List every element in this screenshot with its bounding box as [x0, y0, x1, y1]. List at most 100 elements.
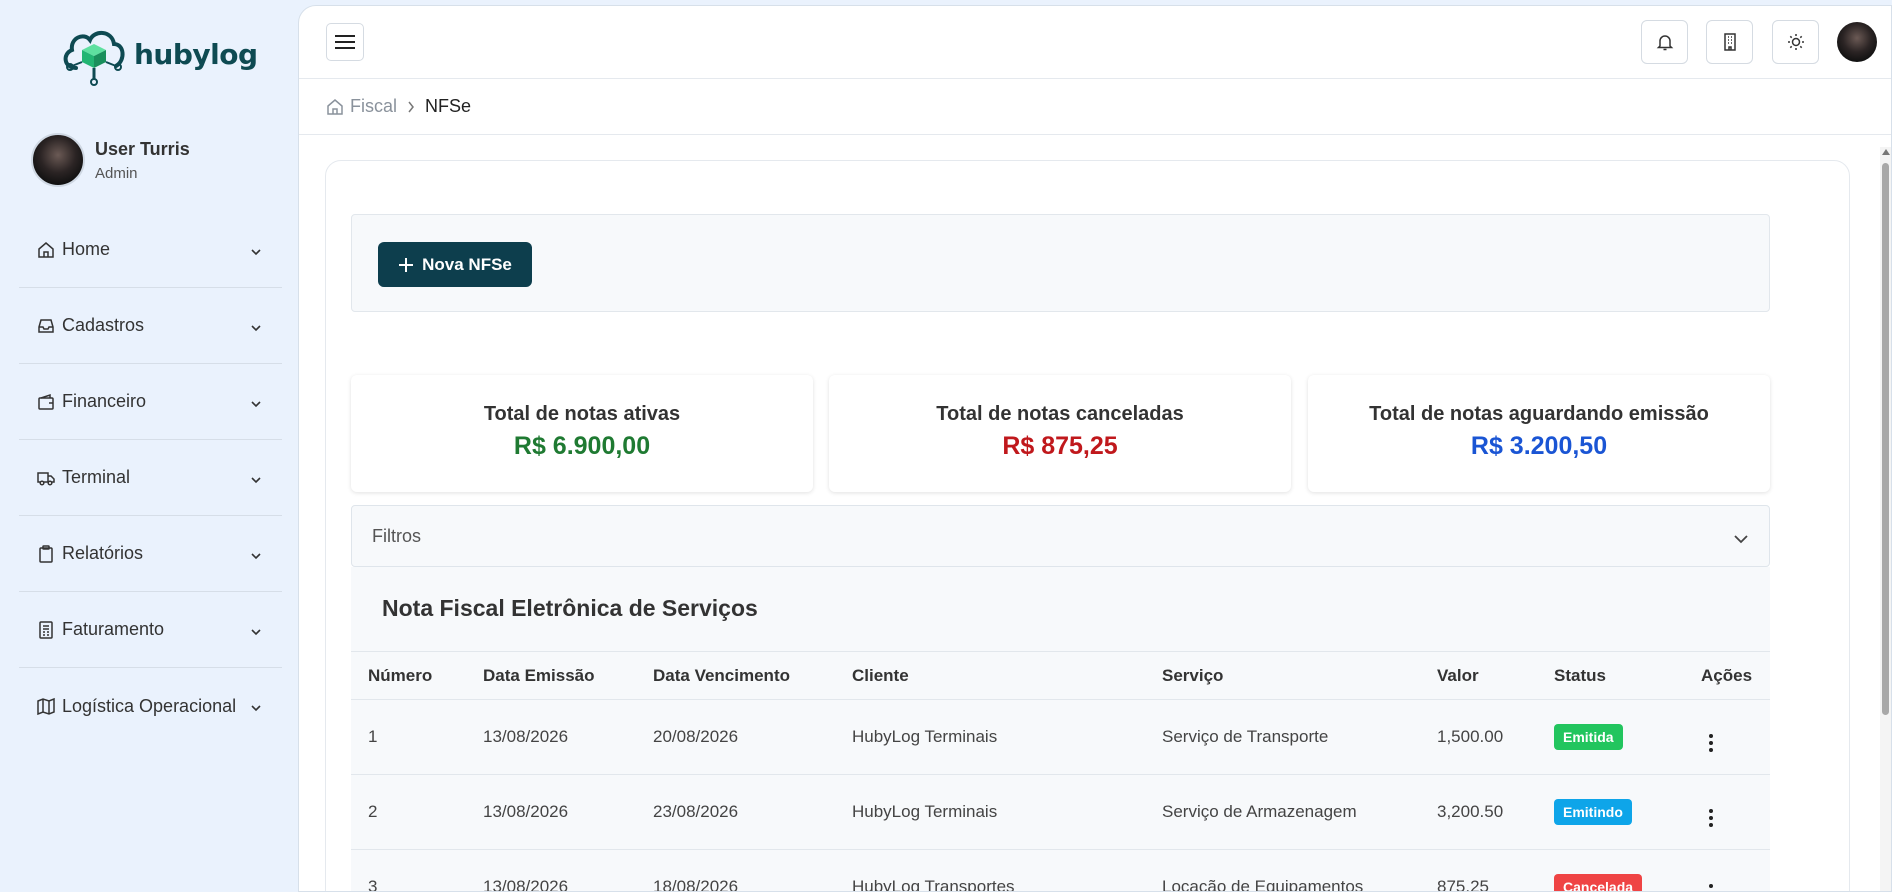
sidebar-item-label: Financeiro — [62, 391, 147, 411]
chevron-down-icon — [250, 395, 262, 413]
home-icon — [36, 240, 56, 260]
sidebar-item-financeiro[interactable]: Financeiro — [19, 364, 282, 440]
column-header[interactable]: Status — [1537, 651, 1684, 700]
table-row[interactable]: 1 13/08/2026 20/08/2026 HubyLog Terminai… — [351, 699, 1770, 775]
column-header[interactable]: Cliente — [835, 651, 1145, 700]
column-header[interactable]: Número — [351, 651, 466, 700]
avatar — [31, 133, 85, 187]
bell-icon — [1656, 35, 1673, 51]
nfse-table: Número Data Emissão Data Vencimento Clie… — [351, 651, 1770, 891]
sidebar-item-home[interactable]: Home — [19, 212, 282, 288]
action-panel: Nova NFSe — [351, 214, 1770, 312]
cell-numero: 3 — [351, 849, 466, 891]
cell-valor: 3,200.50 — [1420, 774, 1537, 850]
logo-text: hubylog — [134, 37, 258, 71]
user-name: User Turris — [95, 138, 190, 159]
status-badge: Cancelada — [1554, 874, 1643, 891]
cell-status: Cancelada — [1537, 849, 1684, 891]
sidebar-item-logistica[interactable]: Logística Operacional — [19, 668, 282, 744]
scrollbar-thumb[interactable] — [1882, 163, 1889, 715]
table-row[interactable]: 3 13/08/2026 18/08/2026 HubyLog Transpor… — [351, 849, 1770, 891]
sidebar-item-faturamento[interactable]: Faturamento — [19, 592, 282, 668]
sun-icon — [1787, 34, 1804, 50]
stat-card-active: Total de notas ativas R$ 6.900,00 — [351, 375, 813, 492]
cell-acoes — [1684, 774, 1770, 850]
clipboard-icon — [36, 544, 56, 564]
cell-valor: 1,500.00 — [1420, 699, 1537, 775]
new-nfse-button[interactable]: Nova NFSe — [378, 242, 532, 287]
stat-label: Total de notas ativas — [483, 403, 681, 425]
breadcrumb-current: NFSe — [425, 96, 472, 116]
chevron-down-icon — [250, 547, 262, 565]
cell-servico: Locação de Equipamentos — [1145, 849, 1420, 891]
cell-servico: Serviço de Transporte — [1145, 699, 1420, 775]
cell-vencimento: 23/08/2026 — [636, 774, 835, 850]
cell-cliente: HubyLog Terminais — [835, 699, 1145, 775]
cell-cliente: HubyLog Terminais — [835, 774, 1145, 850]
user-profile[interactable]: User Turris Admin — [31, 133, 190, 187]
stat-card-cancelled: Total de notas canceladas R$ 875,25 — [829, 375, 1291, 492]
cell-cliente: HubyLog Transportes — [835, 849, 1145, 891]
more-vertical-icon[interactable] — [1709, 883, 1713, 891]
user-role: Admin — [95, 164, 138, 182]
more-vertical-icon[interactable] — [1709, 808, 1713, 827]
cell-numero: 1 — [351, 699, 466, 775]
cell-emissao: 13/08/2026 — [466, 774, 636, 850]
more-vertical-icon[interactable] — [1709, 733, 1713, 752]
new-nfse-label: Nova NFSe — [422, 254, 512, 274]
stat-value: R$ 3.200,50 — [1470, 432, 1608, 460]
sidebar-nav: Home Cadastros Financeiro Terminal Relat… — [19, 212, 282, 744]
cell-vencimento: 20/08/2026 — [636, 699, 835, 775]
sidebar-item-label: Home — [62, 239, 111, 259]
chevron-down-icon — [250, 471, 262, 489]
main-panel: Fiscal NFSe Nova NFSe Total de notas ati… — [298, 5, 1892, 892]
topbar — [299, 6, 1891, 79]
vertical-scrollbar[interactable] — [1880, 147, 1891, 891]
plus-icon — [398, 257, 414, 273]
filters-accordion[interactable]: Filtros — [351, 505, 1770, 567]
notifications-button[interactable] — [1641, 20, 1688, 64]
chevron-down-icon — [250, 699, 262, 717]
column-header[interactable]: Data Vencimento — [636, 651, 835, 700]
sidebar: hubylog User Turris Admin Home Cadastros — [0, 0, 298, 892]
logo[interactable]: hubylog — [58, 22, 258, 86]
chevron-right-icon — [407, 101, 415, 113]
receipt-icon — [36, 620, 56, 640]
sidebar-item-label: Terminal — [62, 467, 131, 487]
sidebar-item-label: Faturamento — [62, 619, 165, 639]
table-row[interactable]: 2 13/08/2026 23/08/2026 HubyLog Terminai… — [351, 774, 1770, 850]
theme-toggle-button[interactable] — [1772, 20, 1819, 64]
cell-status: Emitindo — [1537, 774, 1684, 850]
hamburger-icon — [335, 35, 355, 49]
filters-label: Filtros — [372, 525, 421, 546]
cell-numero: 2 — [351, 774, 466, 850]
column-header[interactable]: Data Emissão — [466, 651, 636, 700]
menu-toggle-button[interactable] — [326, 23, 364, 61]
nfse-table-section: Nota Fiscal Eletrônica de Serviços Númer… — [351, 567, 1770, 891]
cell-status: Emitida — [1537, 699, 1684, 775]
cell-valor: 875.25 — [1420, 849, 1537, 891]
chevron-down-icon — [1733, 528, 1749, 549]
truck-icon — [36, 468, 56, 488]
table-header-row: Número Data Emissão Data Vencimento Clie… — [351, 651, 1770, 700]
sidebar-item-relatorios[interactable]: Relatórios — [19, 516, 282, 592]
scroll-up-icon[interactable] — [1882, 149, 1890, 155]
status-badge: Emitida — [1554, 724, 1623, 750]
company-button[interactable] — [1706, 20, 1753, 64]
column-header[interactable]: Valor — [1420, 651, 1537, 700]
avatar[interactable] — [1837, 22, 1877, 62]
stat-label: Total de notas canceladas — [936, 403, 1184, 425]
sidebar-item-terminal[interactable]: Terminal — [19, 440, 282, 516]
logo-cloud-icon — [63, 31, 125, 86]
home-icon[interactable] — [326, 98, 344, 116]
table-title: Nota Fiscal Eletrônica de Serviços — [382, 595, 758, 621]
sidebar-item-cadastros[interactable]: Cadastros — [19, 288, 282, 364]
sidebar-item-label: Logística Operacional — [62, 695, 237, 716]
column-header[interactable]: Serviço — [1145, 651, 1420, 700]
sidebar-item-label: Cadastros — [62, 315, 145, 335]
cell-vencimento: 18/08/2026 — [636, 849, 835, 891]
cell-acoes — [1684, 699, 1770, 775]
map-icon — [36, 696, 56, 716]
cell-acoes — [1684, 849, 1770, 891]
breadcrumb-parent[interactable]: Fiscal — [350, 96, 397, 117]
